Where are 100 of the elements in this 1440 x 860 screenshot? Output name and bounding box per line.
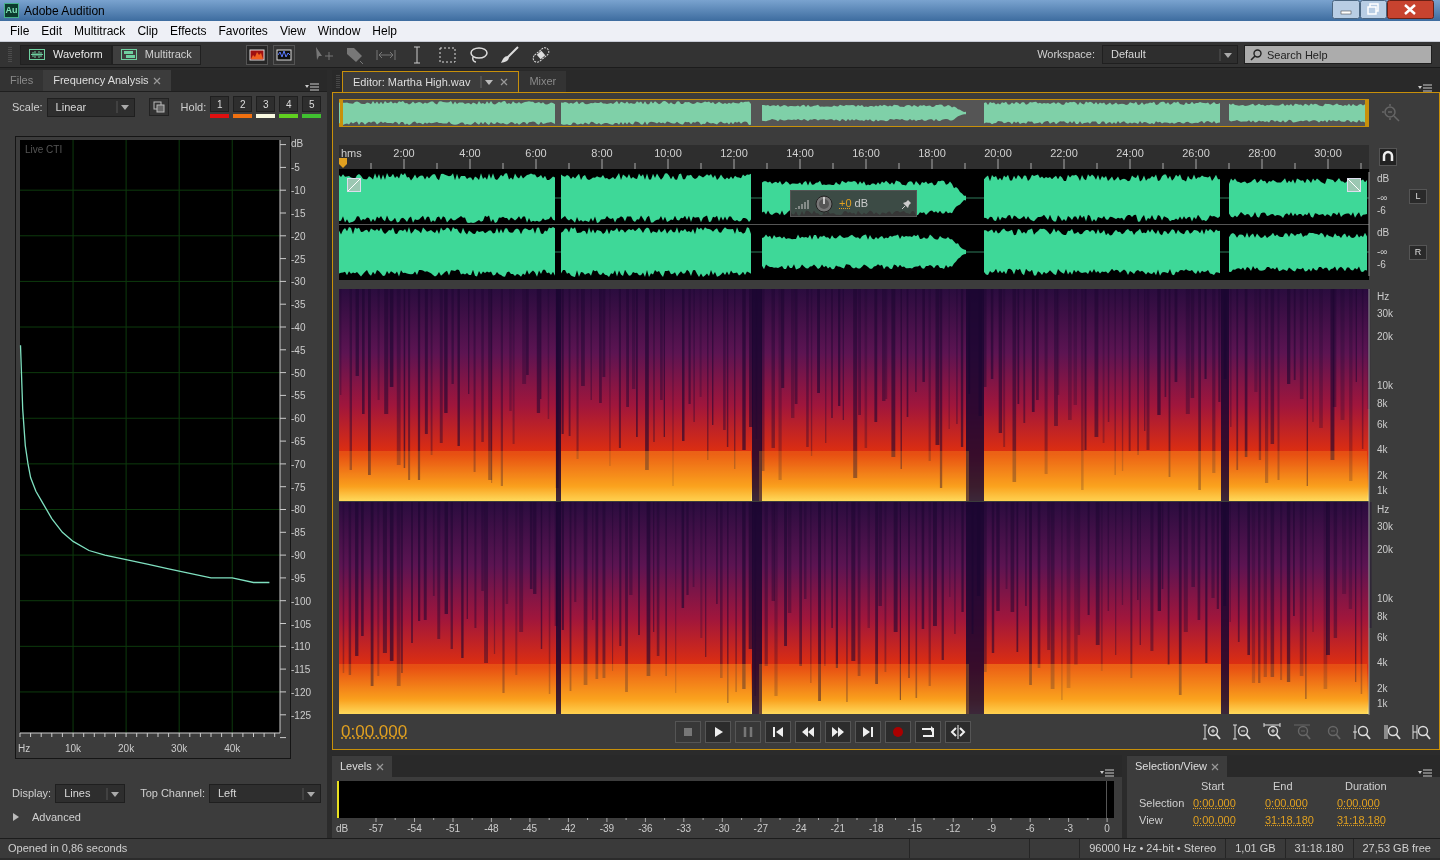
scale-label: -3 [1064,823,1074,834]
hold-button[interactable]: 3 [256,96,276,112]
collapsed-triangle-icon [12,813,20,822]
axis-label: -35 [291,299,306,311]
axis-label: dB [1377,227,1390,238]
fade-handle-icon[interactable] [347,178,361,192]
scale-label: -57 [368,823,384,834]
menu-item[interactable]: Edit [35,22,69,40]
time-value[interactable]: 0:00.000 [1193,813,1236,827]
skip-selection-button[interactable] [945,720,971,743]
time-label: 8:00 [591,147,613,159]
column-header: Start [1200,779,1226,793]
time-value[interactable]: 31:18.180 [1265,813,1314,827]
waveform-view-icon-button[interactable] [272,44,295,65]
axis-label: -80 [291,504,306,516]
status-message: Opened in 0,86 seconds [7,841,128,857]
scale-dropdown[interactable]: Linear [46,97,135,117]
editor-tab[interactable]: Mixer [519,71,567,92]
menu-item[interactable]: Help [366,22,404,40]
loop-button[interactable] [915,720,941,743]
go-to-end-button[interactable] [855,720,881,743]
zoom-in-time-icon[interactable] [1262,722,1281,741]
close-button[interactable] [1387,0,1434,19]
editor-tab[interactable]: Editor: Martha High.wav [342,71,520,92]
panel-tab[interactable]: Selection/View [1127,756,1227,777]
zoom-in-point-icon[interactable] [1352,722,1371,741]
go-to-start-button[interactable] [765,720,791,743]
panel-menu-icon[interactable] [1418,84,1432,92]
zoom-out-amplitude-icon[interactable] [1232,722,1251,741]
waveform-view-button[interactable]: Waveform [20,44,112,65]
menu-item[interactable]: View [273,22,312,40]
column-header: End [1272,779,1294,793]
overview-waveform[interactable] [339,99,1369,127]
close-icon[interactable] [375,762,384,771]
spectral-view-button[interactable] [245,44,268,65]
search-field[interactable]: Search Help [1244,45,1432,64]
close-icon[interactable] [500,78,509,86]
display-label: Display: [12,786,52,802]
play-button[interactable] [705,720,731,743]
scale-label: -24 [792,823,807,834]
time-label: 24:00 [1116,147,1144,159]
playhead-marker[interactable] [339,158,347,168]
axis-label: -100 [291,595,311,607]
scale-label: -12 [945,823,961,834]
hold-button[interactable]: 1 [210,96,230,112]
panel-menu-icon[interactable] [305,83,319,91]
axis-label: -65 [291,436,306,448]
lasso-icon[interactable] [467,44,490,65]
panel-tab[interactable]: Frequency Analysis [43,70,171,91]
time-display[interactable]: 0:00.000 [341,718,461,745]
panel-menu-icon[interactable] [1100,769,1114,777]
close-icon[interactable] [152,76,161,85]
axis-label: -50 [291,367,306,379]
advanced-toggle[interactable]: Advanced [12,809,327,826]
menu-item[interactable]: Favorites [212,22,274,40]
row-label: Selection [1139,796,1186,810]
time-value[interactable]: 0:00.000 [1337,796,1380,810]
channel-button[interactable]: R [1409,244,1427,260]
rewind-button[interactable] [795,720,821,743]
panel-tab[interactable]: Levels [332,756,392,777]
hold-button[interactable]: 4 [279,96,299,112]
format-info: 96000 Hz • 24-bit • Stereo [1089,841,1217,857]
time-value[interactable]: 0:00.000 [1265,796,1308,810]
panel-tab[interactable]: Files [0,70,44,91]
zoom-out-point-icon[interactable] [1382,722,1401,741]
panel-menu-icon[interactable] [1418,769,1432,777]
time-value[interactable]: 31:18.180 [1337,813,1386,827]
zoom-in-amplitude-icon[interactable] [1202,722,1221,741]
menu-item[interactable]: Effects [164,22,213,40]
marquee-icon[interactable] [436,44,459,65]
time-label: 6:00 [525,147,547,159]
fast-forward-button[interactable] [825,720,851,743]
maximize-button[interactable] [1360,0,1387,19]
top-channel-dropdown[interactable]: Left [208,784,321,803]
workspace-dropdown[interactable]: Default [1102,45,1238,64]
multitrack-view-button[interactable]: Multitrack [111,44,201,65]
menu-item[interactable]: Window [311,22,367,40]
time-value[interactable]: 0:00.000 [1193,796,1236,810]
magnet-icon[interactable] [1379,148,1397,166]
pin-icon[interactable] [902,198,912,209]
menu-item[interactable]: Multitrack [68,22,132,40]
close-icon[interactable] [1210,762,1219,771]
knob-control[interactable] [815,194,833,213]
axis-label: 8k [1377,398,1388,409]
timeline-ruler[interactable] [339,145,1369,169]
display-dropdown[interactable]: Lines [55,784,126,803]
menu-item[interactable]: File [4,22,36,40]
gain-value[interactable]: +0 dB [839,195,869,212]
hold-button[interactable]: 5 [302,96,322,112]
time-label: 26:00 [1182,147,1210,159]
zoom-selection-icon[interactable] [1412,722,1431,741]
minimize-button[interactable] [1332,0,1360,19]
channel-button[interactable]: L [1409,189,1427,205]
copy-button[interactable] [148,98,169,116]
fade-handle-icon[interactable] [1347,178,1361,192]
menu-item[interactable]: Clip [131,22,165,40]
brush-icon[interactable] [498,44,521,65]
axis-label: -5 [291,162,300,174]
time-label: 20:00 [984,147,1012,159]
hold-button[interactable]: 2 [233,96,253,112]
